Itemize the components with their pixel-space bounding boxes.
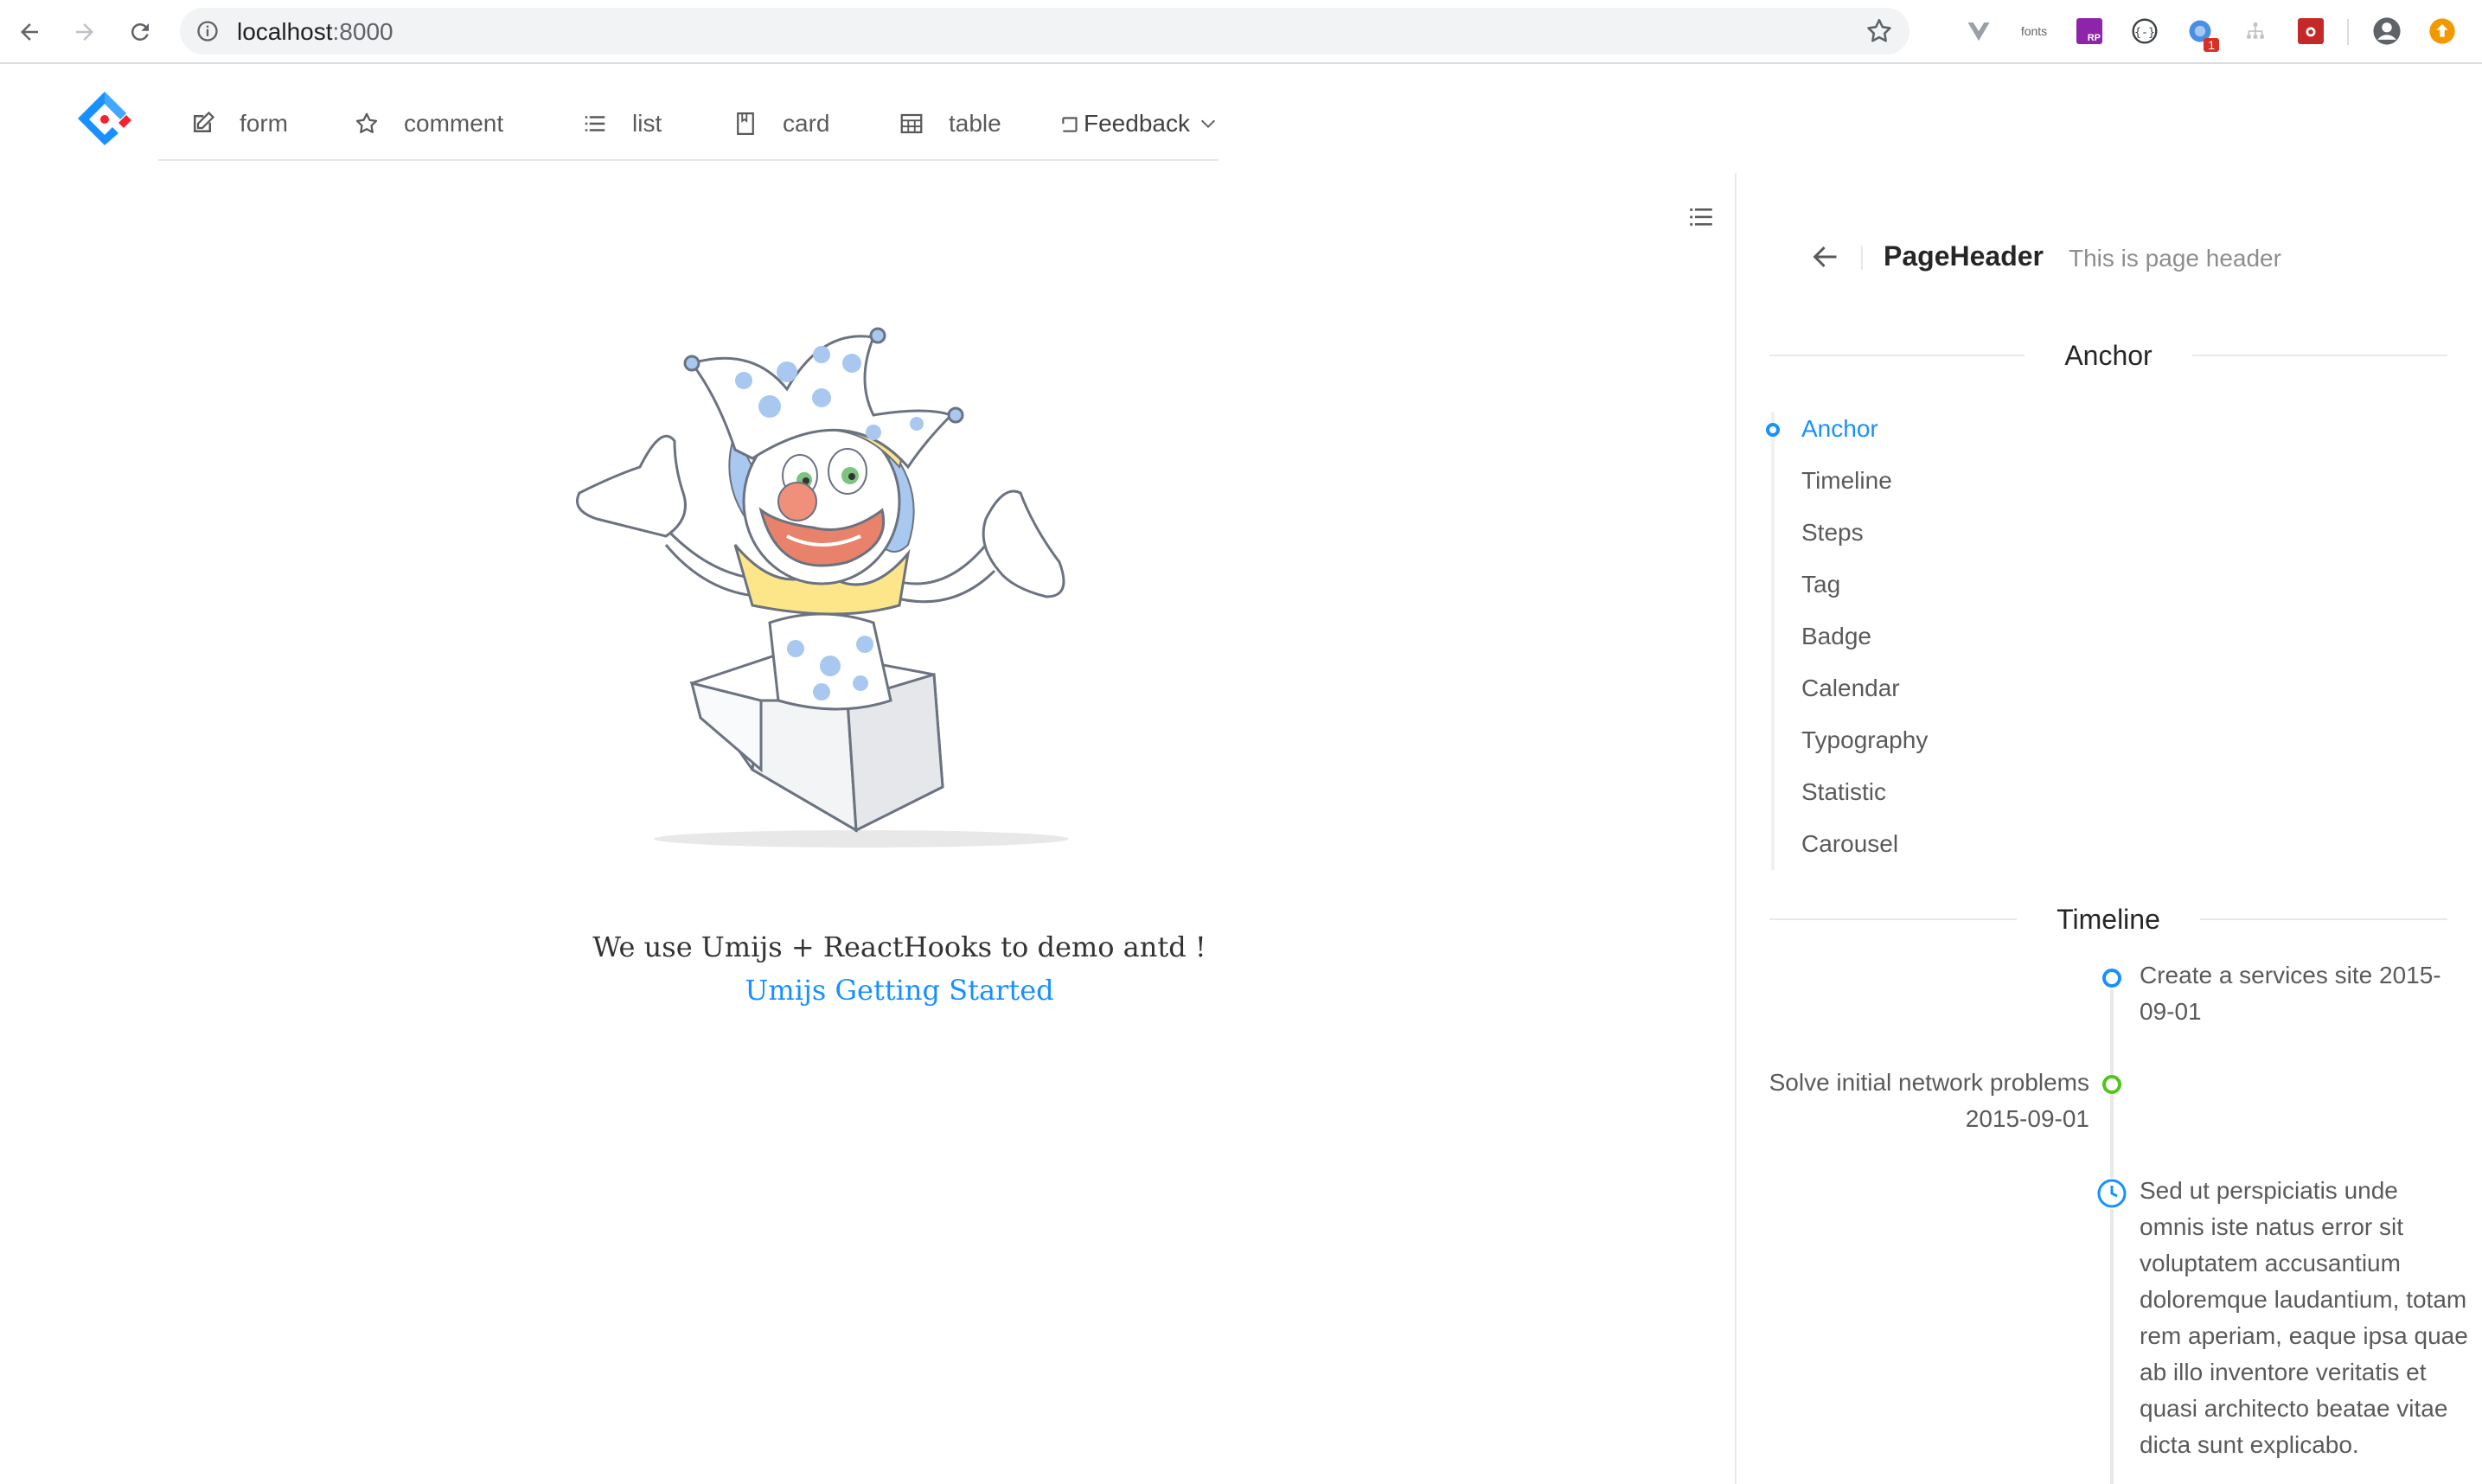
top-menu: form comment list card table Feedback [158, 95, 1219, 161]
anchor-link-calendar[interactable]: Calendar [1801, 675, 1900, 702]
timeline-heading: Timeline [2057, 903, 2160, 935]
reload-icon [131, 23, 149, 41]
anchor-ink-dot [1766, 423, 1780, 437]
url-host: localhost [237, 18, 333, 45]
menu-item-feedback[interactable]: Feedback [1059, 102, 1218, 145]
anchor-link-badge[interactable]: Badge [1801, 623, 1871, 650]
menu-unfold-icon[interactable] [1686, 202, 1716, 232]
timeline-divider: Timeline [1769, 902, 2448, 937]
anchor-link-carousel[interactable]: Carousel [1801, 830, 1898, 858]
feedback-icon [1062, 117, 1078, 132]
chevron-down-icon [1200, 119, 1215, 128]
menu-item-comment[interactable]: comment [354, 102, 503, 145]
address-bar[interactable]: localhost:8000 [180, 8, 1909, 54]
jester-illustration [576, 327, 1069, 848]
edit-icon [194, 111, 215, 132]
intro-block: We use Umijs + ReactHooks to demo antd !… [553, 925, 1245, 1012]
table-icon [900, 113, 923, 134]
bug-icon[interactable] [2295, 16, 2326, 47]
rp-label: RP [2087, 33, 2101, 43]
anchor-divider: Anchor [1769, 338, 2448, 373]
update-icon[interactable] [2427, 16, 2458, 47]
timeline-item-content: Create a services site 2015-09-01 [2140, 962, 2441, 1025]
getting-started-link[interactable]: Umijs Getting Started [553, 969, 1245, 1012]
timeline-tail [2110, 989, 2114, 1484]
book-icon [737, 112, 754, 135]
page-header-title: PageHeader [1884, 240, 2044, 272]
sitemap-icon[interactable] [2240, 16, 2271, 47]
bars-icon [585, 116, 605, 131]
anchor-link-statistic[interactable]: Statistic [1801, 778, 1886, 806]
menu-item-label: card [783, 110, 830, 137]
anchor-link-anchor[interactable]: Anchor [1801, 415, 1878, 443]
timeline-dot [2102, 1075, 2121, 1094]
fonts-label: fonts [2020, 24, 2048, 38]
timeline-dot [2102, 969, 2121, 988]
anchor-link-tag[interactable]: Tag [1801, 571, 1840, 598]
timeline-item-content: Solve initial network problems 2015-09-0… [1769, 1069, 2089, 1132]
page-header-subtitle: This is page header [2069, 245, 2281, 272]
anchor-rail [1771, 412, 1775, 870]
menu-item-table[interactable]: table [899, 102, 1001, 145]
menu-item-label: comment [404, 110, 504, 137]
page-header-separator [1861, 246, 1863, 270]
feedback-label: Feedback [1084, 110, 1190, 137]
translate-badge: 1 [2204, 38, 2219, 52]
arrow-left-icon[interactable] [1809, 241, 1840, 272]
info-icon[interactable] [195, 19, 220, 43]
browser-toolbar: localhost:8000 fonts RP {-} 1 [0, 0, 2482, 64]
arrow-left-icon [21, 23, 38, 41]
timeline-item-content: Sed ut perspiciatis unde omnis iste natu… [2140, 1177, 2468, 1458]
code-icon[interactable]: {-} [2129, 16, 2160, 47]
url-text: localhost:8000 [237, 18, 393, 46]
bookmark-star-icon[interactable] [1865, 16, 1894, 46]
toolbar-separator [2347, 19, 2349, 45]
intro-text: We use Umijs + ReactHooks to demo antd ! [592, 931, 1206, 963]
content-divider [1735, 173, 1737, 1484]
url-port: :8000 [332, 18, 393, 45]
star-icon [355, 112, 378, 133]
menu-item-label: form [240, 110, 288, 137]
reload-button[interactable] [123, 15, 157, 49]
clock-icon [2096, 1178, 2127, 1209]
back-button[interactable] [12, 15, 47, 49]
fonts-icon[interactable]: fonts [2018, 16, 2050, 47]
menu-item-form[interactable]: form [189, 102, 288, 145]
anchor-link-steps[interactable]: Steps [1801, 519, 1864, 547]
rp-icon[interactable]: RP [2074, 16, 2105, 47]
menu-item-list[interactable]: list [582, 102, 662, 145]
arrow-right-icon [76, 23, 93, 41]
forward-button[interactable] [67, 15, 102, 49]
antd-logo[interactable] [74, 88, 135, 149]
anchor-link-timeline[interactable]: Timeline [1801, 467, 1892, 495]
vue-devtools-icon[interactable] [1963, 16, 1994, 47]
anchor-heading: Anchor [2064, 339, 2153, 371]
menu-item-label: table [949, 110, 1001, 137]
menu-item-label: list [632, 110, 662, 137]
menu-item-card[interactable]: card [732, 102, 829, 145]
anchor-link-typography[interactable]: Typography [1801, 726, 1928, 754]
translate-icon[interactable]: 1 [2185, 16, 2219, 52]
svg-text:{-}: {-} [2134, 26, 2155, 39]
profile-icon[interactable] [2371, 16, 2402, 47]
